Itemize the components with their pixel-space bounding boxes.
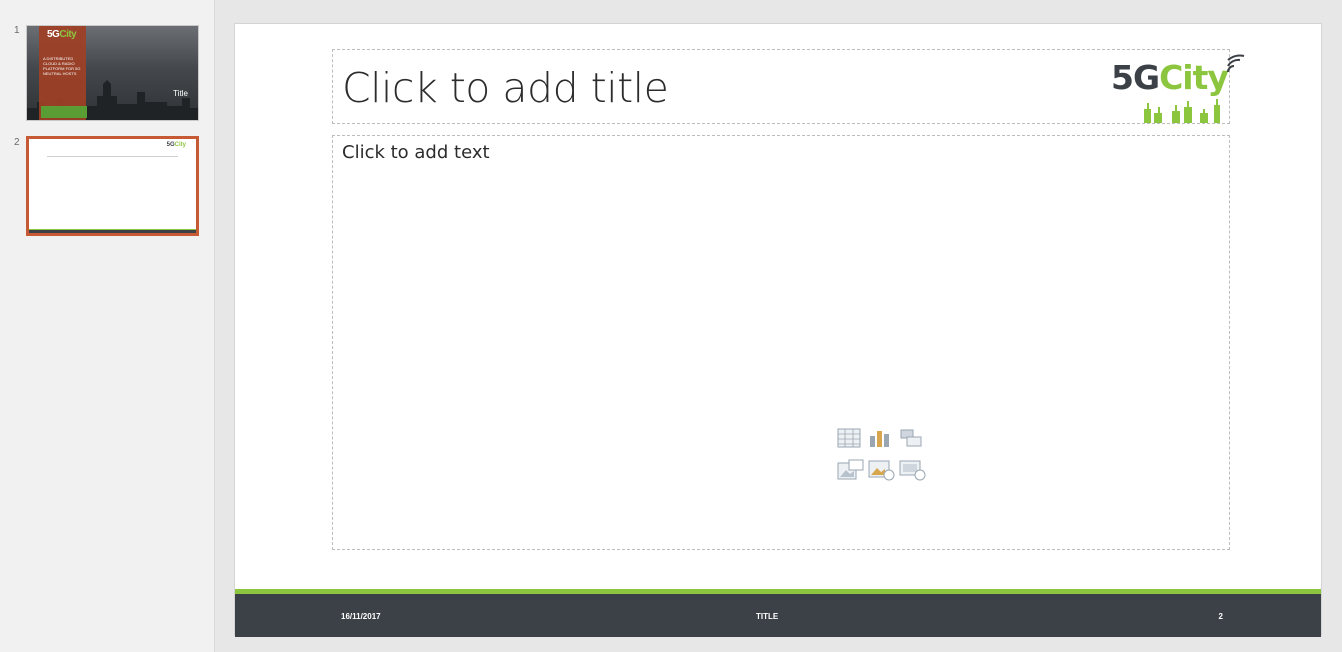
table-icon[interactable] (837, 428, 861, 448)
slide-thumbnail-2[interactable]: 5GCity (26, 136, 199, 236)
thumbnail-green-block (41, 106, 87, 118)
thumbnail-title-line (47, 156, 178, 157)
slide-thumbnail-pane[interactable]: 1 5GCity A DISTRIBUTED CLOUD & RADIO PLA… (0, 0, 215, 652)
content-placeholder[interactable]: Click to add text (332, 135, 1230, 550)
smartart-icon[interactable] (899, 428, 923, 448)
insert-content-icons (837, 428, 927, 484)
thumbnail-logo: 5GCity (47, 29, 77, 40)
footer-title[interactable]: TITLE (756, 612, 778, 621)
footer-date[interactable]: 16/11/2017 (341, 612, 381, 621)
thumbnail-title: Title (173, 89, 188, 98)
thumbnail-logo: 5GCity (166, 142, 186, 148)
online-picture-icon[interactable] (868, 459, 896, 481)
thumbnail-footer (29, 229, 196, 233)
slide-canvas[interactable]: Click to add title 5GCity Click to add t… (234, 23, 1322, 637)
footer-slide-number[interactable]: 2 (1219, 612, 1223, 621)
5gcity-logo: 5GCity (1111, 54, 1246, 129)
title-placeholder-text: Click to add title (342, 64, 669, 112)
video-icon[interactable] (899, 459, 927, 481)
chart-icon[interactable] (868, 428, 892, 448)
thumbnail-subtitle: A DISTRIBUTED CLOUD & RADIO PLATFORM FOR… (43, 56, 81, 76)
city-skyline-icon (1144, 99, 1220, 123)
picture-icon[interactable] (837, 459, 865, 481)
thumbnail-number: 2 (14, 137, 20, 148)
content-placeholder-text: Click to add text (342, 142, 490, 163)
logo-text: 5GCity (1111, 58, 1229, 97)
thumbnail-number: 1 (14, 25, 20, 36)
slide-thumbnail-1[interactable]: 5GCity A DISTRIBUTED CLOUD & RADIO PLATF… (26, 25, 199, 121)
slide-footer: 16/11/2017 TITLE 2 (235, 594, 1321, 637)
wifi-signal-icon (1227, 54, 1245, 73)
title-placeholder[interactable]: Click to add title (332, 49, 1230, 124)
